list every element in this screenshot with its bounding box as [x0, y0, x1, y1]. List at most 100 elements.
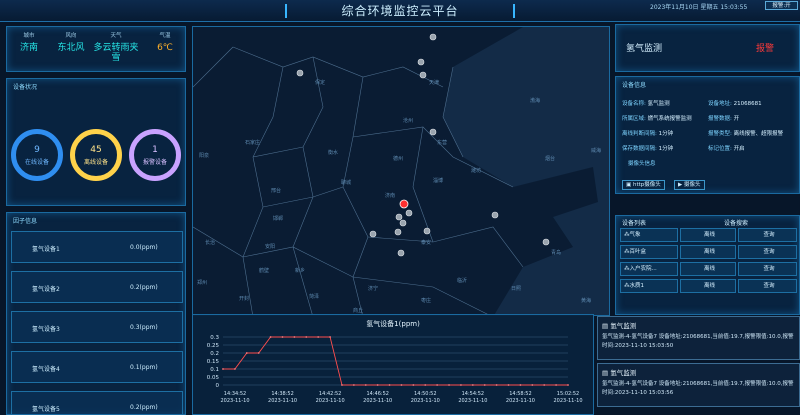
device-info-row: 报警类型: 离线报警、超限报警 — [708, 131, 784, 137]
table-row[interactable]: ⁂水质1 离线 查询 — [620, 279, 797, 293]
device-status-title: 设备状况 — [13, 84, 38, 91]
map-label: 济宁 — [368, 286, 379, 292]
x-tick-label: 2023-11-10 — [363, 398, 392, 404]
data-point — [257, 352, 260, 354]
map-label: 青岛 — [551, 250, 562, 256]
device-info-title: 设备信息 — [622, 82, 647, 89]
map-view[interactable]: 保定 天津 沧州 石家庄 衡水 德州 阳泉 邢台 聊城 东营 潍坊 济南 淄博 … — [192, 26, 610, 316]
x-tick-label: 14:58:52 — [509, 391, 531, 397]
map-label: 德州 — [393, 156, 404, 162]
alarm-pin-icon — [399, 199, 409, 209]
map-label: 泰安 — [421, 240, 432, 246]
tab-device-search[interactable]: 设备搜索 — [724, 218, 748, 227]
data-point — [281, 336, 284, 338]
alarm-list-icon: ▤ — [602, 369, 609, 377]
alarm-notification[interactable]: ▤ 氢气监测 氢气监测-4-氢气设备7 设备地址:21068681,当前值:19… — [597, 316, 800, 360]
list-item[interactable]: 氢气设备2 0.2(ppm) — [11, 271, 183, 303]
map-pin-icon — [417, 58, 425, 66]
table-row[interactable]: ⁂百叶盒 离线 查询 — [620, 245, 797, 259]
map-pin-icon — [296, 69, 304, 77]
data-point — [329, 336, 331, 338]
x-tick-label: 14:54:52 — [462, 391, 484, 397]
x-tick-label: 15:02:52 — [557, 391, 579, 397]
map-canvas[interactable] — [193, 27, 610, 316]
alarm-status-badge: 报警 — [756, 44, 775, 54]
data-point — [543, 384, 546, 386]
data-point — [483, 384, 486, 386]
device-list-panel: 设备列表 设备搜索 ⁂气象 离线 查询 ⁂百叶盒 离线 查询 ⁂入户农院... … — [615, 215, 800, 315]
device-info-row: 设备名称: 氢气监测 — [622, 101, 670, 107]
y-tick-label: 0.2 — [210, 351, 219, 357]
data-point — [412, 384, 415, 386]
map-label: 烟台 — [545, 156, 556, 162]
table-row[interactable]: ⁂入户农院... 离线 查询 — [620, 262, 797, 276]
query-button[interactable]: 查询 — [738, 228, 797, 242]
map-label: 衡水 — [328, 150, 339, 156]
factor-info-panel: 因子信息 氢气设备1 0.0(ppm) 氢气设备2 0.2(ppm) 氢气设备3… — [6, 212, 186, 415]
http-camera-button[interactable]: ▣ http摄像头 — [622, 180, 665, 190]
map-label: 邯郸 — [273, 216, 284, 222]
data-point — [293, 336, 296, 338]
map-pin-icon — [394, 228, 402, 236]
map-label: 临沂 — [457, 278, 468, 284]
device-info-row: 报警数据: 开 — [708, 116, 740, 122]
map-label: 沧州 — [403, 118, 414, 124]
weather-panel: 城市 济南 风向 东北风 天气 多云转雨夹雪 气温 6℃ — [6, 26, 186, 72]
map-label: 鹤壁 — [259, 268, 270, 274]
trend-chart: 0.30.250.20.150.10.05014:34:522023-11-10… — [207, 335, 583, 404]
map-pin-icon — [397, 249, 405, 257]
gas-monitor-title: 氢气监测 — [626, 44, 663, 54]
camera-button[interactable]: ▶ 摄像头 — [674, 180, 705, 190]
factor-info-title: 因子信息 — [13, 218, 38, 225]
map-label: 石家庄 — [245, 140, 261, 146]
data-point — [352, 384, 355, 386]
query-button[interactable]: 查询 — [738, 262, 797, 276]
list-item[interactable]: 氢气设备4 0.1(ppm) — [11, 351, 183, 383]
play-icon: ▶ — [678, 182, 683, 188]
map-label: 黄海 — [581, 298, 592, 304]
map-pin-icon — [429, 33, 437, 41]
y-tick-label: 0.1 — [210, 367, 219, 373]
data-point — [567, 384, 569, 386]
map-pin-icon — [423, 227, 431, 235]
map-label: 日照 — [511, 286, 522, 292]
query-button[interactable]: 查询 — [738, 279, 797, 293]
device-info-row: 标记位置: 开启 — [708, 146, 745, 152]
map-pin-icon — [399, 219, 407, 227]
device-status-panel: 设备状况 9 在线设备 45 离线设备 1 报警设备 — [6, 78, 186, 206]
trend-chart-panel: 氢气设备1(ppm) 0.3 0.25 0.2 0.15 0.1 0.05 0 14:34:5… — [192, 314, 594, 415]
map-label: 潍坊 — [471, 168, 482, 174]
y-tick-label: 0.15 — [207, 359, 220, 365]
map-label: 开封 — [239, 296, 250, 302]
camera-icon: ▣ — [626, 182, 632, 188]
weather-condition: 天气 多云转雨夹雪 — [93, 33, 139, 63]
map-label: 菏泽 — [309, 294, 320, 300]
map-label: 安阳 — [265, 244, 276, 250]
list-item[interactable]: 氢气设备3 0.3(ppm) — [11, 311, 183, 343]
map-label: 淄博 — [433, 178, 444, 184]
tab-device-list[interactable]: 设备列表 — [622, 218, 646, 227]
gas-monitor-panel: 氢气监测 报警 — [615, 24, 800, 72]
map-pin-icon — [419, 71, 427, 79]
alarm-toggle-select[interactable]: 报警:开 — [765, 1, 798, 10]
table-row[interactable]: ⁂气象 离线 查询 — [620, 228, 797, 242]
map-label: 郑州 — [197, 280, 208, 286]
query-button[interactable]: 查询 — [738, 245, 797, 259]
x-tick-label: 2023-11-10 — [458, 398, 487, 404]
header-bar: 综合环境监控云平台 2023年11月10日 星期五 15:03:55 报警:开 — [0, 0, 800, 22]
data-point — [317, 336, 320, 338]
data-point — [519, 384, 522, 386]
page-title: 综合环境监控云平台 — [285, 0, 515, 22]
device-info-row: 保存数据间隔: 1分钟 — [622, 146, 674, 152]
x-tick-label: 14:46:52 — [366, 391, 388, 397]
list-item[interactable]: 氢气设备1 0.0(ppm) — [11, 231, 183, 263]
data-point — [424, 384, 427, 386]
data-point — [400, 384, 403, 386]
map-label: 济南 — [385, 193, 396, 199]
map-pin-icon — [395, 213, 403, 221]
device-info-row: 离线判断间隔: 1分钟 — [622, 131, 674, 137]
list-item[interactable]: 氢气设备5 0.2(ppm) — [11, 391, 183, 414]
data-point — [495, 384, 498, 386]
alarm-notification[interactable]: ▤ 氢气监测 氢气监测-4-氢气设备7 设备地址:21068681,当前值:19… — [597, 363, 800, 407]
data-point — [471, 384, 474, 386]
